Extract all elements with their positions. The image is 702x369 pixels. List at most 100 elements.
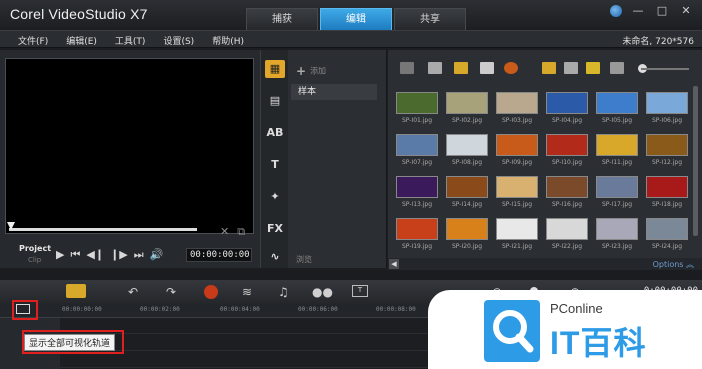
tab-edit[interactable]: 编辑 — [320, 8, 392, 30]
media-thumbnail[interactable] — [646, 176, 688, 198]
grid-view-icon[interactable] — [586, 62, 600, 74]
thumbnail-label: SP-I17.jpg — [601, 201, 633, 208]
subtitle-editor-icon[interactable]: T — [352, 285, 368, 297]
end-icon[interactable]: ⏭ — [134, 248, 144, 262]
import-icon[interactable] — [610, 62, 624, 74]
library-scrollbar[interactable] — [692, 86, 702, 258]
panel-divider[interactable] — [0, 270, 702, 280]
add-folder-label: 添加 — [310, 66, 327, 76]
menu-edit[interactable]: 编辑(E) — [66, 34, 97, 47]
play-icon[interactable]: ▶ — [56, 248, 64, 262]
minimize-button[interactable]: — — [630, 4, 646, 18]
media-thumbnail[interactable] — [446, 218, 488, 240]
media-thumbnail[interactable] — [496, 176, 538, 198]
redo-icon[interactable]: ↷ — [166, 285, 176, 299]
trim-controls: ✕ ⧉ — [220, 225, 245, 239]
thumbnail-label: SP-I22.jpg — [551, 243, 583, 250]
help-globe-icon[interactable] — [610, 5, 622, 17]
enlarge-preview-icon[interactable]: ⧉ — [237, 225, 245, 239]
thumbnail-label: SP-I24.jpg — [651, 243, 683, 250]
media-thumbnail[interactable] — [496, 134, 538, 156]
sort-icon[interactable] — [504, 62, 518, 74]
project-mode-label[interactable]: Project — [19, 244, 51, 253]
thumbnail-label: SP-I19.jpg — [401, 243, 433, 250]
tab-share[interactable]: 共享 — [394, 8, 466, 30]
add-folder-button[interactable]: + 添加 — [296, 64, 326, 78]
ruler-tick: 00:00:06:00 — [298, 306, 338, 313]
home-icon[interactable]: ⏮ — [70, 248, 80, 262]
media-thumbnail[interactable] — [646, 92, 688, 114]
media-thumbnail[interactable] — [646, 134, 688, 156]
media-thumbnail[interactable] — [496, 218, 538, 240]
thumbnail-label: SP-I18.jpg — [651, 201, 683, 208]
media-thumbnail[interactable] — [596, 134, 638, 156]
media-thumbnail[interactable] — [596, 176, 638, 198]
media-thumbnail[interactable] — [446, 134, 488, 156]
graphic-icon[interactable]: ✦ — [265, 188, 285, 206]
menu-settings[interactable]: 设置(S) — [163, 34, 194, 47]
thumbnail-label: SP-I21.jpg — [501, 243, 533, 250]
media-thumbnail[interactable] — [396, 176, 438, 198]
scrub-bar[interactable] — [9, 228, 197, 231]
undo-icon[interactable]: ↶ — [128, 285, 138, 299]
options-bar: ◀ Options ︽ — [388, 258, 702, 270]
folder-item-samples[interactable]: 样本 — [291, 84, 377, 100]
path-icon[interactable]: ∿ — [265, 248, 285, 266]
thumbnail-label: SP-I12.jpg — [651, 159, 683, 166]
volume-icon[interactable]: 🔊 — [150, 248, 164, 262]
list-view-icon[interactable] — [564, 62, 578, 74]
menu-tools[interactable]: 工具(T) — [115, 34, 146, 47]
sound-mixer-icon[interactable]: ≋ — [242, 285, 252, 299]
media-thumbnail[interactable] — [396, 218, 438, 240]
folder-icon[interactable] — [400, 62, 414, 74]
scrubber-handle[interactable] — [7, 222, 15, 230]
media-thumbnail[interactable] — [446, 176, 488, 198]
photo-filter-icon[interactable] — [454, 62, 468, 74]
media-thumbnail[interactable] — [546, 176, 588, 198]
options-button[interactable]: Options ︽ — [653, 259, 694, 270]
thumbnail-label: SP-I01.jpg — [401, 117, 433, 124]
scroll-thumb[interactable] — [693, 86, 698, 236]
thumbnail-label: SP-I09.jpg — [501, 159, 533, 166]
menu-help[interactable]: 帮助(H) — [212, 34, 244, 47]
transition-icon[interactable]: AB — [265, 124, 285, 142]
clip-mode-label[interactable]: Clip — [28, 256, 41, 264]
media-thumbnail[interactable] — [496, 92, 538, 114]
media-icon[interactable]: ▦ — [265, 60, 285, 78]
media-thumbnail[interactable] — [596, 218, 638, 240]
menu-file[interactable]: 文件(F) — [18, 34, 48, 47]
media-thumbnail[interactable] — [596, 92, 638, 114]
maximize-button[interactable]: □ — [654, 4, 670, 18]
preview-timecode[interactable]: 00:00:00:00 — [186, 248, 252, 262]
media-thumbnail[interactable] — [546, 134, 588, 156]
media-thumbnail[interactable] — [546, 92, 588, 114]
ruler-tick: 00:00:04:00 — [220, 306, 260, 313]
timeline-view-icon[interactable] — [66, 284, 86, 298]
audio-filter-icon[interactable] — [480, 62, 494, 74]
media-thumbnail[interactable] — [396, 134, 438, 156]
thumbnail-label: SP-I11.jpg — [601, 159, 633, 166]
trim-clear-icon[interactable]: ✕ — [220, 225, 229, 239]
tab-capture[interactable]: 捕获 — [246, 8, 318, 30]
close-button[interactable]: ✕ — [678, 4, 694, 18]
media-thumbnail[interactable] — [546, 218, 588, 240]
browse-button[interactable]: 浏览 — [296, 254, 312, 265]
auto-music-icon[interactable]: ♫ — [278, 285, 289, 299]
motion-tracking-icon[interactable]: ●● — [312, 285, 333, 299]
thumbnail-size-slider[interactable] — [641, 68, 689, 70]
collapse-arrow-icon[interactable]: ◀ — [389, 259, 399, 269]
title-icon[interactable]: T — [265, 156, 285, 174]
media-thumbnail[interactable] — [446, 92, 488, 114]
video-filter-icon[interactable] — [428, 62, 442, 74]
record-capture-icon[interactable] — [204, 285, 218, 299]
thumbnail-view-icon[interactable] — [542, 62, 556, 74]
project-info: 未命名, 720*576 — [622, 37, 694, 47]
menu-bar: 文件(F) 编辑(E) 工具(T) 设置(S) 帮助(H) 未命名, 720*5… — [0, 30, 702, 48]
filter-icon[interactable]: FX — [265, 220, 285, 238]
instant-project-icon[interactable]: ▤ — [265, 92, 285, 110]
previous-frame-icon[interactable]: ◀❙ — [86, 248, 104, 262]
playback-controls: ▶ ⏮ ◀❙ ❙▶ ⏭ 🔊 — [56, 248, 163, 262]
next-frame-icon[interactable]: ❙▶ — [110, 248, 128, 262]
media-thumbnail[interactable] — [646, 218, 688, 240]
media-thumbnail[interactable] — [396, 92, 438, 114]
